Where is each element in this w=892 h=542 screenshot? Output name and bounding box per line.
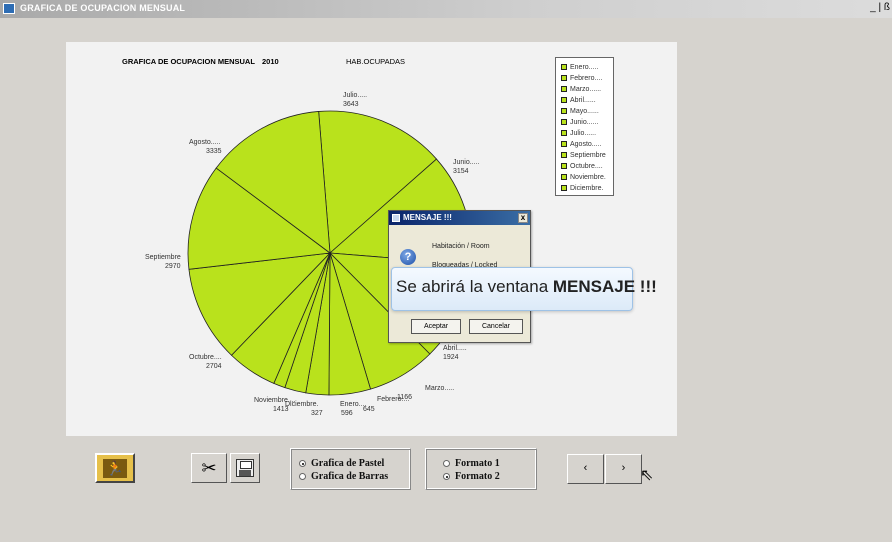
- legend-item: Octubre....: [561, 161, 603, 171]
- legend-item: Febrero....: [561, 73, 602, 83]
- format-group: Formato 1 Formato 2: [425, 448, 537, 490]
- dialog-close-button[interactable]: x: [518, 213, 528, 223]
- dialog-titlebar: MENSAJE !!! x: [389, 211, 530, 225]
- callout-emphasis: MENSAJE !!!: [552, 277, 657, 296]
- save-button[interactable]: [230, 453, 260, 483]
- chevron-left-icon: ‹: [583, 462, 588, 474]
- legend-item: Agosto.....: [561, 139, 602, 149]
- legend-label: Abril......: [570, 96, 596, 104]
- callout-text: Se abrirá la ventana: [396, 277, 553, 296]
- legend-swatch: [561, 130, 567, 136]
- radio-barras[interactable]: Grafica de Barras: [299, 471, 388, 482]
- radio-formato-2-dot[interactable]: [443, 473, 450, 480]
- chart-type-group: Grafica de Pastel Grafica de Barras: [290, 448, 411, 490]
- legend-swatch: [561, 141, 567, 147]
- radio-pastel-label: Grafica de Pastel: [311, 458, 385, 469]
- label-octubre-value: 2704: [206, 363, 222, 370]
- cancel-button[interactable]: Cancelar: [469, 319, 523, 334]
- scissors-icon: ✂: [201, 458, 217, 478]
- legend-item: Junio......: [561, 117, 598, 127]
- radio-formato-1-dot[interactable]: [443, 460, 450, 467]
- label-julio-name: Julio.....: [343, 92, 367, 99]
- label-diciembre-value: 327: [311, 410, 323, 417]
- next-button[interactable]: ›: [605, 454, 642, 484]
- legend-swatch: [561, 97, 567, 103]
- legend-swatch: [561, 64, 567, 70]
- legend-item: Mayo......: [561, 106, 599, 116]
- mouse-cursor-icon: ⇖: [640, 467, 654, 484]
- legend-swatch: [561, 152, 567, 158]
- chart-title: GRAFICA DE OCUPACION MENSUAL: [122, 57, 255, 66]
- radio-formato-1-label: Formato 1: [455, 458, 500, 469]
- legend-label: Marzo......: [570, 85, 602, 93]
- radio-pastel[interactable]: Grafica de Pastel: [299, 458, 384, 469]
- label-enero-name: Enero....: [340, 401, 367, 408]
- legend-item: Abril......: [561, 95, 596, 105]
- label-julio-value: 3643: [343, 101, 359, 108]
- legend-label: Junio......: [570, 118, 599, 126]
- dialog-title: MENSAJE !!!: [403, 213, 452, 222]
- floppy-disk-icon: [236, 459, 254, 477]
- legend-item: Julio......: [561, 128, 596, 138]
- cut-button[interactable]: ✂: [191, 453, 227, 483]
- legend-item: Diciembre.: [561, 183, 603, 193]
- legend-label: Febrero....: [570, 74, 603, 82]
- legend-swatch: [561, 119, 567, 125]
- radio-formato-1[interactable]: Formato 1: [443, 458, 500, 469]
- legend-label: Diciembre.: [570, 184, 604, 192]
- legend-item: Marzo......: [561, 84, 601, 94]
- question-icon: ?: [400, 249, 416, 265]
- chart-legend: Enero..... Febrero.... Marzo...... Abril…: [555, 57, 614, 196]
- legend-label: Agosto.....: [570, 140, 602, 148]
- legend-label: Noviembre.: [570, 173, 606, 181]
- legend-swatch: [561, 108, 567, 114]
- legend-item: Septiembre: [561, 150, 606, 160]
- legend-swatch: [561, 86, 567, 92]
- label-agosto-value: 3335: [206, 148, 222, 155]
- radio-formato-2[interactable]: Formato 2: [443, 471, 500, 482]
- legend-label: Enero.....: [570, 63, 599, 71]
- dialog-message-line1: Habitación / Room: [432, 243, 490, 250]
- exit-icon: 🏃: [103, 459, 127, 478]
- accept-button[interactable]: Aceptar: [411, 319, 461, 334]
- previous-button[interactable]: ‹: [567, 454, 604, 484]
- label-enero-value: 596: [341, 410, 353, 417]
- legend-swatch: [561, 174, 567, 180]
- radio-barras-label: Grafica de Barras: [311, 471, 389, 482]
- label-noviembre-value: 1413: [273, 406, 289, 413]
- legend-swatch: [561, 163, 567, 169]
- label-junio-value: 3154: [453, 168, 469, 175]
- label-junio-name: Junio.....: [453, 159, 480, 166]
- label-septiembre-value: 2970: [165, 263, 181, 270]
- radio-formato-2-label: Formato 2: [455, 471, 500, 482]
- legend-swatch: [561, 75, 567, 81]
- radio-pastel-dot[interactable]: [299, 460, 306, 467]
- label-septiembre-name: Septiembre: [145, 254, 181, 261]
- legend-swatch: [561, 185, 567, 191]
- exit-button[interactable]: 🏃: [95, 453, 135, 483]
- label-febrero-name: Febrero....: [377, 396, 409, 403]
- label-octubre-name: Octubre....: [189, 354, 222, 361]
- legend-label: Septiembre: [570, 151, 606, 159]
- chart-year: 2010: [262, 57, 279, 66]
- legend-label: Octubre....: [570, 162, 603, 170]
- label-abril-value: 1924: [443, 354, 459, 361]
- info-callout: Se abrirá la ventana MENSAJE !!!: [391, 267, 657, 311]
- chevron-right-icon: ›: [621, 462, 626, 474]
- label-noviembre-name: Noviembre....: [254, 397, 296, 404]
- label-marzo-name: Marzo.....: [425, 385, 454, 392]
- radio-barras-dot[interactable]: [299, 473, 306, 480]
- dialog-app-icon: [392, 214, 400, 222]
- chart-subtitle: HAB.OCUPADAS: [346, 57, 405, 66]
- legend-item: Noviembre.: [561, 172, 606, 182]
- legend-label: Julio......: [570, 129, 597, 137]
- legend-item: Enero.....: [561, 62, 598, 72]
- legend-label: Mayo......: [570, 107, 599, 115]
- label-abril-name: Abril.....: [443, 345, 467, 352]
- label-agosto-name: Agosto.....: [189, 139, 221, 146]
